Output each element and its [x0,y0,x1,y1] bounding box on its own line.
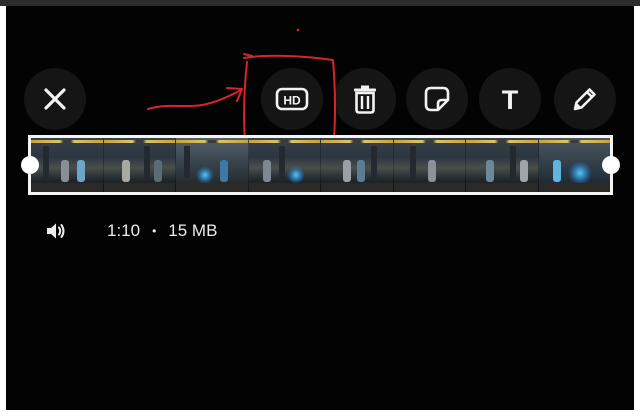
video-file-size: 15 MB [168,221,218,240]
pencil-icon [573,88,596,111]
draw-button[interactable] [554,68,616,130]
text-button[interactable]: T [479,68,541,130]
text-icon-label: T [502,86,519,112]
video-frame-thumbnail [31,138,104,192]
video-frame-thumbnail [176,138,249,192]
red-annotation-highlight [147,28,336,156]
video-duration: 1:10 [107,221,141,240]
trim-start-handle[interactable] [21,156,39,174]
sticker-button[interactable] [406,68,468,130]
video-editor-screen: HD T 1:10 • 15 MB [6,6,634,410]
sticker-icon [424,86,450,112]
trash-icon [354,85,376,114]
speaker-icon[interactable] [45,221,67,241]
video-frame-thumbnail [393,138,466,192]
video-frame-thumbnail [321,138,394,192]
hd-label: HD [283,94,301,108]
hd-button[interactable]: HD [261,68,323,130]
video-info-row: 1:10 • 15 MB [45,219,217,243]
video-frame-thumbnail [248,138,321,192]
trim-end-handle[interactable] [602,156,620,174]
filmstrip-frames [31,138,610,192]
delete-button[interactable] [334,68,396,130]
hd-icon: HD [275,87,309,111]
text-icon: T [502,86,519,112]
close-button[interactable] [24,68,86,130]
video-trim-timeline[interactable] [28,135,613,195]
video-frame-thumbnail [466,138,539,192]
close-icon [44,88,66,110]
info-separator: • [152,224,157,238]
video-frame-thumbnail [103,138,176,192]
video-frame-thumbnail [538,138,610,192]
